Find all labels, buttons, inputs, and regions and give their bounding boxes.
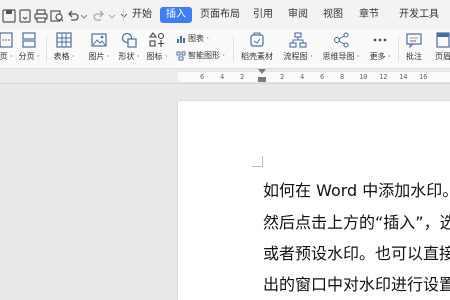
header-icon	[436, 32, 450, 48]
smart-shape-icon	[176, 51, 186, 60]
print-preview-icon[interactable]	[50, 8, 64, 22]
horizontal-ruler[interactable]: 6 4 2 2 4 6 8 10 12 14 16	[0, 69, 450, 84]
ruler-tick: 10	[359, 73, 368, 81]
divider	[398, 36, 399, 62]
chart-label: 图表 ·	[188, 34, 210, 43]
icons-button[interactable]: 图标 ·	[144, 32, 170, 66]
document-page[interactable]: 如何在 Word 中添加水印。 然后点击上方的“插入”，选 或者预设水印。也可以…	[178, 101, 450, 300]
ribbon-toolbar: 页 · 分页 · 表格 · 图片 · 形状 · 图标 · 图表 · 智能图形 ·…	[0, 30, 450, 69]
divider	[46, 36, 47, 62]
picture-button[interactable]: 图片 ·	[86, 32, 112, 66]
ribbon-label: 图标 ·	[146, 52, 168, 61]
mindmap-icon	[333, 32, 349, 48]
tab-developer[interactable]: 开发工具	[393, 7, 445, 23]
ribbon-label: 更多 ·	[369, 52, 391, 61]
ribbon-label: 图片 ·	[88, 52, 110, 61]
tab-references[interactable]: 引用	[250, 7, 276, 23]
divider	[123, 9, 124, 21]
comment-button[interactable]: 批注	[402, 32, 426, 66]
paragraph-line[interactable]: 然后点击上方的“插入”，选	[263, 209, 450, 233]
first-line-indent-marker[interactable]	[258, 69, 266, 74]
smart-shape-label: 智能图形 ·	[188, 51, 226, 60]
ruler-tick: 2	[280, 73, 285, 81]
margin-corner-mark	[252, 156, 263, 167]
save-icon[interactable]	[2, 8, 16, 23]
ribbon-label: 稻壳素材	[241, 52, 273, 61]
ruler-tick: 6	[200, 73, 205, 81]
ruler-band	[178, 71, 450, 83]
flowchart-icon	[289, 32, 307, 48]
tab-section[interactable]: 章节	[356, 7, 382, 23]
tab-insert[interactable]: 插入	[160, 7, 192, 23]
icons-icon	[148, 32, 165, 47]
paragraph-line[interactable]: 如何在 Word 中添加水印。	[263, 177, 450, 201]
document-canvas: 如何在 Word 中添加水印。 然后点击上方的“插入”，选 或者预设水印。也可以…	[0, 84, 450, 300]
divider	[233, 36, 234, 62]
tab-home[interactable]: 开始	[129, 7, 155, 23]
ribbon-label: 表格 ·	[53, 52, 75, 61]
print-icon[interactable]	[34, 8, 48, 23]
page-split-button[interactable]: 分页 ·	[14, 32, 44, 66]
table-button[interactable]: 表格 ·	[50, 32, 78, 66]
page-split-icon	[22, 32, 36, 48]
tab-view[interactable]: 视图	[320, 7, 346, 23]
material-button[interactable]: 稻壳素材	[238, 32, 276, 66]
export-pdf-icon[interactable]	[18, 8, 32, 23]
flowchart-button[interactable]: 流程图 ·	[283, 32, 313, 66]
customize-toolbar-icon[interactable]	[120, 8, 128, 22]
ribbon-label: 流程图 ·	[283, 52, 313, 61]
header-button[interactable]: 页眉	[430, 32, 450, 66]
page-break-icon	[0, 32, 13, 48]
comment-icon	[406, 33, 422, 48]
ruler-tick: 2	[240, 73, 245, 81]
ruler-tick: 16	[419, 73, 428, 81]
paragraph-line[interactable]: 出的窗口中对水印进行设置。	[263, 271, 450, 295]
left-indent-marker[interactable]	[258, 77, 266, 82]
ruler-tick: 4	[220, 73, 225, 81]
material-icon	[250, 32, 264, 47]
ribbon-label: 页眉	[435, 52, 450, 61]
ruler-tick: 14	[399, 73, 408, 81]
undo-dropdown-icon[interactable]	[80, 8, 88, 22]
chart-button[interactable]: 图表 ·	[176, 33, 209, 45]
ribbon-label: 思维导图 ·	[322, 52, 360, 61]
ribbon-label: 批注	[406, 52, 422, 61]
smart-shape-button[interactable]: 智能图形 ·	[176, 50, 225, 62]
mindmap-button[interactable]: 思维导图 ·	[320, 32, 362, 66]
paragraph-line[interactable]: 或者预设水印。也可以直接	[263, 240, 450, 264]
ruler-tick: 12	[379, 73, 388, 81]
undo-icon[interactable]	[66, 8, 80, 22]
ruler-tick: 6	[320, 73, 325, 81]
chart-icon	[177, 35, 185, 43]
table-icon	[56, 32, 72, 48]
shapes-button[interactable]: 形状 ·	[116, 32, 142, 66]
redo-icon[interactable]	[92, 8, 106, 22]
more-icon	[373, 38, 387, 42]
tab-review[interactable]: 审阅	[285, 7, 311, 23]
redo-dropdown-icon[interactable]	[108, 8, 116, 22]
ribbon-label: 分页 ·	[18, 52, 40, 61]
shapes-icon	[121, 32, 137, 48]
more-button[interactable]: 更多 ·	[367, 32, 393, 66]
picture-icon	[91, 33, 107, 47]
ribbon-label: 形状 ·	[118, 52, 140, 61]
menu-bar: 开始 插入 页面布局 引用 审阅 视图 章节 开发工具	[0, 0, 450, 31]
ruler-tick: 8	[340, 73, 345, 81]
ruler-tick: 4	[300, 73, 305, 81]
tab-page-layout[interactable]: 页面布局	[200, 7, 240, 23]
